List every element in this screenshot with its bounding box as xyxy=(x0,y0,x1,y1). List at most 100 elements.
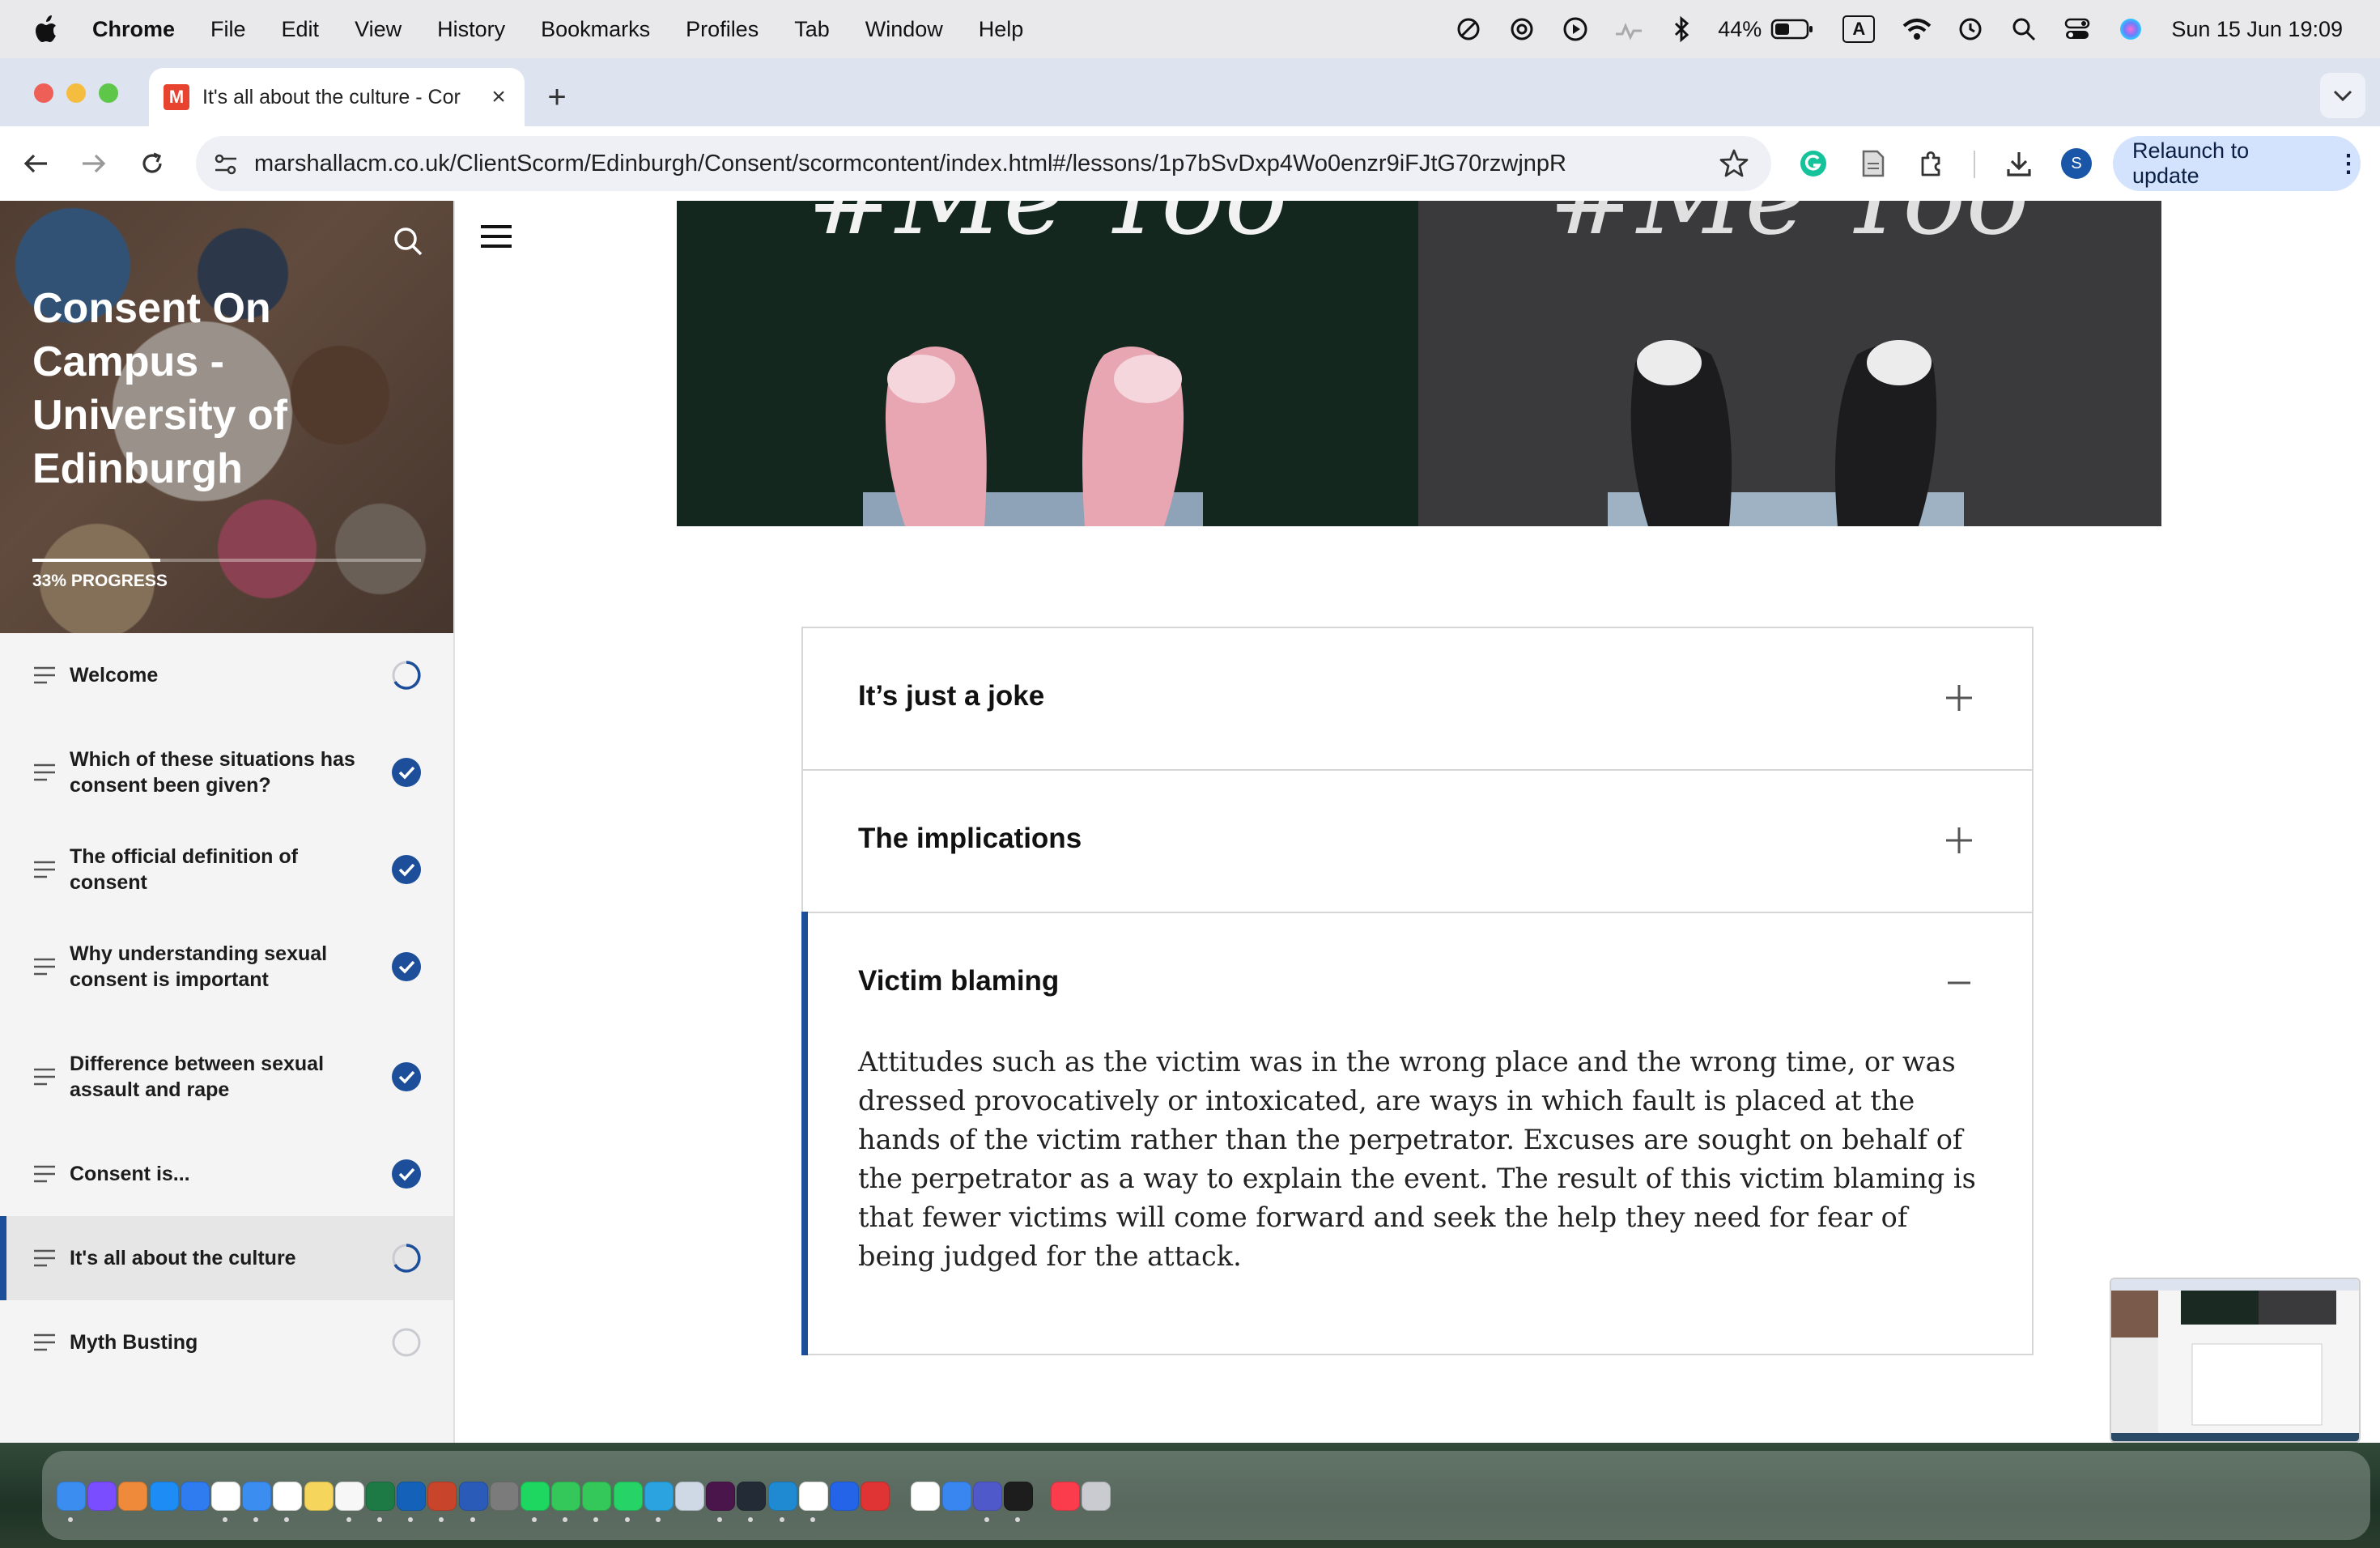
macos-dock xyxy=(0,1443,2380,1548)
relaunch-to-update-button[interactable]: Relaunch to update ⋮ xyxy=(2113,136,2361,191)
plus-icon[interactable] xyxy=(1943,682,1975,714)
lesson-item-consent-is[interactable]: Consent is... xyxy=(0,1132,453,1216)
trash-icon[interactable] xyxy=(1082,1482,1111,1511)
window-minimize-button[interactable] xyxy=(66,83,86,103)
arc-icon[interactable] xyxy=(830,1482,859,1511)
whatsapp-icon[interactable] xyxy=(613,1482,643,1511)
plus-icon[interactable] xyxy=(1943,824,1975,857)
minus-icon[interactable] xyxy=(1943,967,1975,999)
teams-icon[interactable] xyxy=(972,1482,1002,1511)
facetime-icon[interactable] xyxy=(582,1482,612,1511)
lesson-item-assault-vs-rape[interactable]: Difference between sexual assault and ra… xyxy=(0,1022,453,1132)
menu-bookmarks[interactable]: Bookmarks xyxy=(541,17,650,42)
menu-app-name[interactable]: Chrome xyxy=(92,17,175,42)
back-icon[interactable] xyxy=(16,144,55,183)
activity-monitor-icon[interactable] xyxy=(1004,1482,1033,1511)
preview-icon[interactable] xyxy=(675,1482,704,1511)
lesson-item-welcome[interactable]: Welcome xyxy=(0,633,453,717)
lesson-label: Welcome xyxy=(70,664,159,687)
app-store-icon[interactable] xyxy=(149,1482,179,1511)
siri-icon[interactable] xyxy=(87,1482,117,1511)
lesson-list: Welcome Which of these situations has co… xyxy=(0,633,453,1384)
menu-file[interactable]: File xyxy=(210,17,246,42)
downloads-icon[interactable] xyxy=(2000,144,2038,183)
settings-icon[interactable] xyxy=(489,1482,519,1511)
wifi-icon[interactable] xyxy=(1901,13,1933,45)
chrome-icon[interactable] xyxy=(211,1482,240,1511)
launchpad-icon[interactable] xyxy=(118,1482,148,1511)
window-zoom-button[interactable] xyxy=(99,83,118,103)
excel-icon[interactable] xyxy=(366,1482,395,1511)
menubar-clock[interactable]: Sun 15 Jun 19:09 xyxy=(2171,17,2343,42)
screenshot-thumbnail-preview[interactable] xyxy=(2110,1278,2361,1443)
siri-icon[interactable] xyxy=(2114,13,2147,45)
new-tab-icon[interactable]: + xyxy=(538,78,576,117)
spotify-icon[interactable] xyxy=(521,1482,550,1511)
extensions-icon[interactable] xyxy=(1912,144,1951,183)
bookmark-star-icon[interactable] xyxy=(1718,147,1750,180)
messages-icon[interactable] xyxy=(551,1482,581,1511)
tab-search-chevron-icon[interactable] xyxy=(2320,73,2365,118)
dock-running-indicator xyxy=(810,1517,815,1522)
menu-history[interactable]: History xyxy=(437,17,505,42)
telegram-icon[interactable] xyxy=(644,1482,674,1511)
control-center-icon[interactable] xyxy=(2061,13,2093,45)
metoo-banner-image: #Me Too #Me Too xyxy=(677,201,2161,526)
reading-mode-icon[interactable] xyxy=(1854,144,1893,183)
mail-icon[interactable] xyxy=(242,1482,272,1511)
menu-window[interactable]: Window xyxy=(865,17,943,42)
profile-avatar[interactable]: S xyxy=(2061,148,2092,179)
safari-icon[interactable] xyxy=(180,1482,210,1511)
menu-tab[interactable]: Tab xyxy=(794,17,830,42)
menu-edit[interactable]: Edit xyxy=(282,17,320,42)
reload-icon[interactable] xyxy=(133,144,172,183)
relaunch-label: Relaunch to update xyxy=(2132,138,2250,188)
notion-icon[interactable] xyxy=(798,1482,828,1511)
browser-tab-active[interactable]: M It's all about the culture - Cor × xyxy=(149,68,525,126)
activity-icon[interactable] xyxy=(1613,13,1645,45)
slack-icon[interactable] xyxy=(706,1482,736,1511)
powerpoint-icon[interactable] xyxy=(427,1482,457,1511)
cursor-icon[interactable] xyxy=(737,1482,767,1511)
menu-help[interactable]: Help xyxy=(979,17,1024,42)
word-icon[interactable] xyxy=(458,1482,488,1511)
site-settings-icon[interactable] xyxy=(212,151,240,178)
lesson-item-situations-consent[interactable]: Which of these situations has consent be… xyxy=(0,717,453,827)
bluetooth-icon[interactable] xyxy=(1666,13,1698,45)
accordion-victim-blaming[interactable]: Victim blaming Attitudes such as the vic… xyxy=(801,912,2034,1355)
tab-close-icon[interactable]: × xyxy=(484,83,513,112)
spotlight-icon[interactable] xyxy=(2008,13,2040,45)
lesson-item-myth-busting[interactable]: Myth Busting xyxy=(0,1300,453,1384)
media-play-icon[interactable] xyxy=(1559,13,1592,45)
input-source-icon[interactable]: A xyxy=(1842,13,1876,45)
chatgpt-menu-icon[interactable] xyxy=(1506,13,1538,45)
notes-icon[interactable] xyxy=(304,1482,334,1511)
keynote-icon[interactable] xyxy=(941,1482,971,1511)
menu-view[interactable]: View xyxy=(355,17,402,42)
finder-icon[interactable] xyxy=(57,1482,86,1511)
chrome-menu-icon[interactable]: ⋮ xyxy=(2336,150,2361,178)
address-bar[interactable]: marshallacm.co.uk/ClientScorm/Edinburgh/… xyxy=(196,136,1771,191)
time-machine-icon[interactable] xyxy=(1954,13,1987,45)
lesson-item-culture-active[interactable]: It's all about the culture xyxy=(0,1216,453,1300)
zotero-icon[interactable] xyxy=(861,1482,890,1511)
battery-icon[interactable] xyxy=(1770,13,1815,45)
calendar-icon[interactable] xyxy=(273,1482,303,1511)
search-icon[interactable] xyxy=(392,225,424,257)
photos-icon[interactable] xyxy=(334,1482,364,1511)
music-icon[interactable] xyxy=(1051,1482,1081,1511)
accordion-the-implications[interactable]: The implications xyxy=(801,769,2034,913)
focus-icon[interactable] xyxy=(1452,13,1485,45)
vscode-icon[interactable] xyxy=(767,1482,797,1511)
lesson-item-why-understanding[interactable]: Why understanding sexual consent is impo… xyxy=(0,912,453,1022)
outlook-icon[interactable] xyxy=(397,1482,427,1511)
apple-menu-icon[interactable] xyxy=(32,13,60,45)
hamburger-menu-icon[interactable] xyxy=(478,220,515,253)
accordion-its-just-a-joke[interactable]: It’s just a joke xyxy=(801,627,2034,771)
window-close-button[interactable] xyxy=(34,83,53,103)
chatgpt-icon[interactable] xyxy=(911,1482,941,1511)
menu-profiles[interactable]: Profiles xyxy=(686,17,759,42)
grammarly-icon[interactable] xyxy=(1794,144,1833,183)
forward-icon[interactable] xyxy=(74,144,113,183)
lesson-item-official-definition[interactable]: The official definition of consent xyxy=(0,827,453,912)
